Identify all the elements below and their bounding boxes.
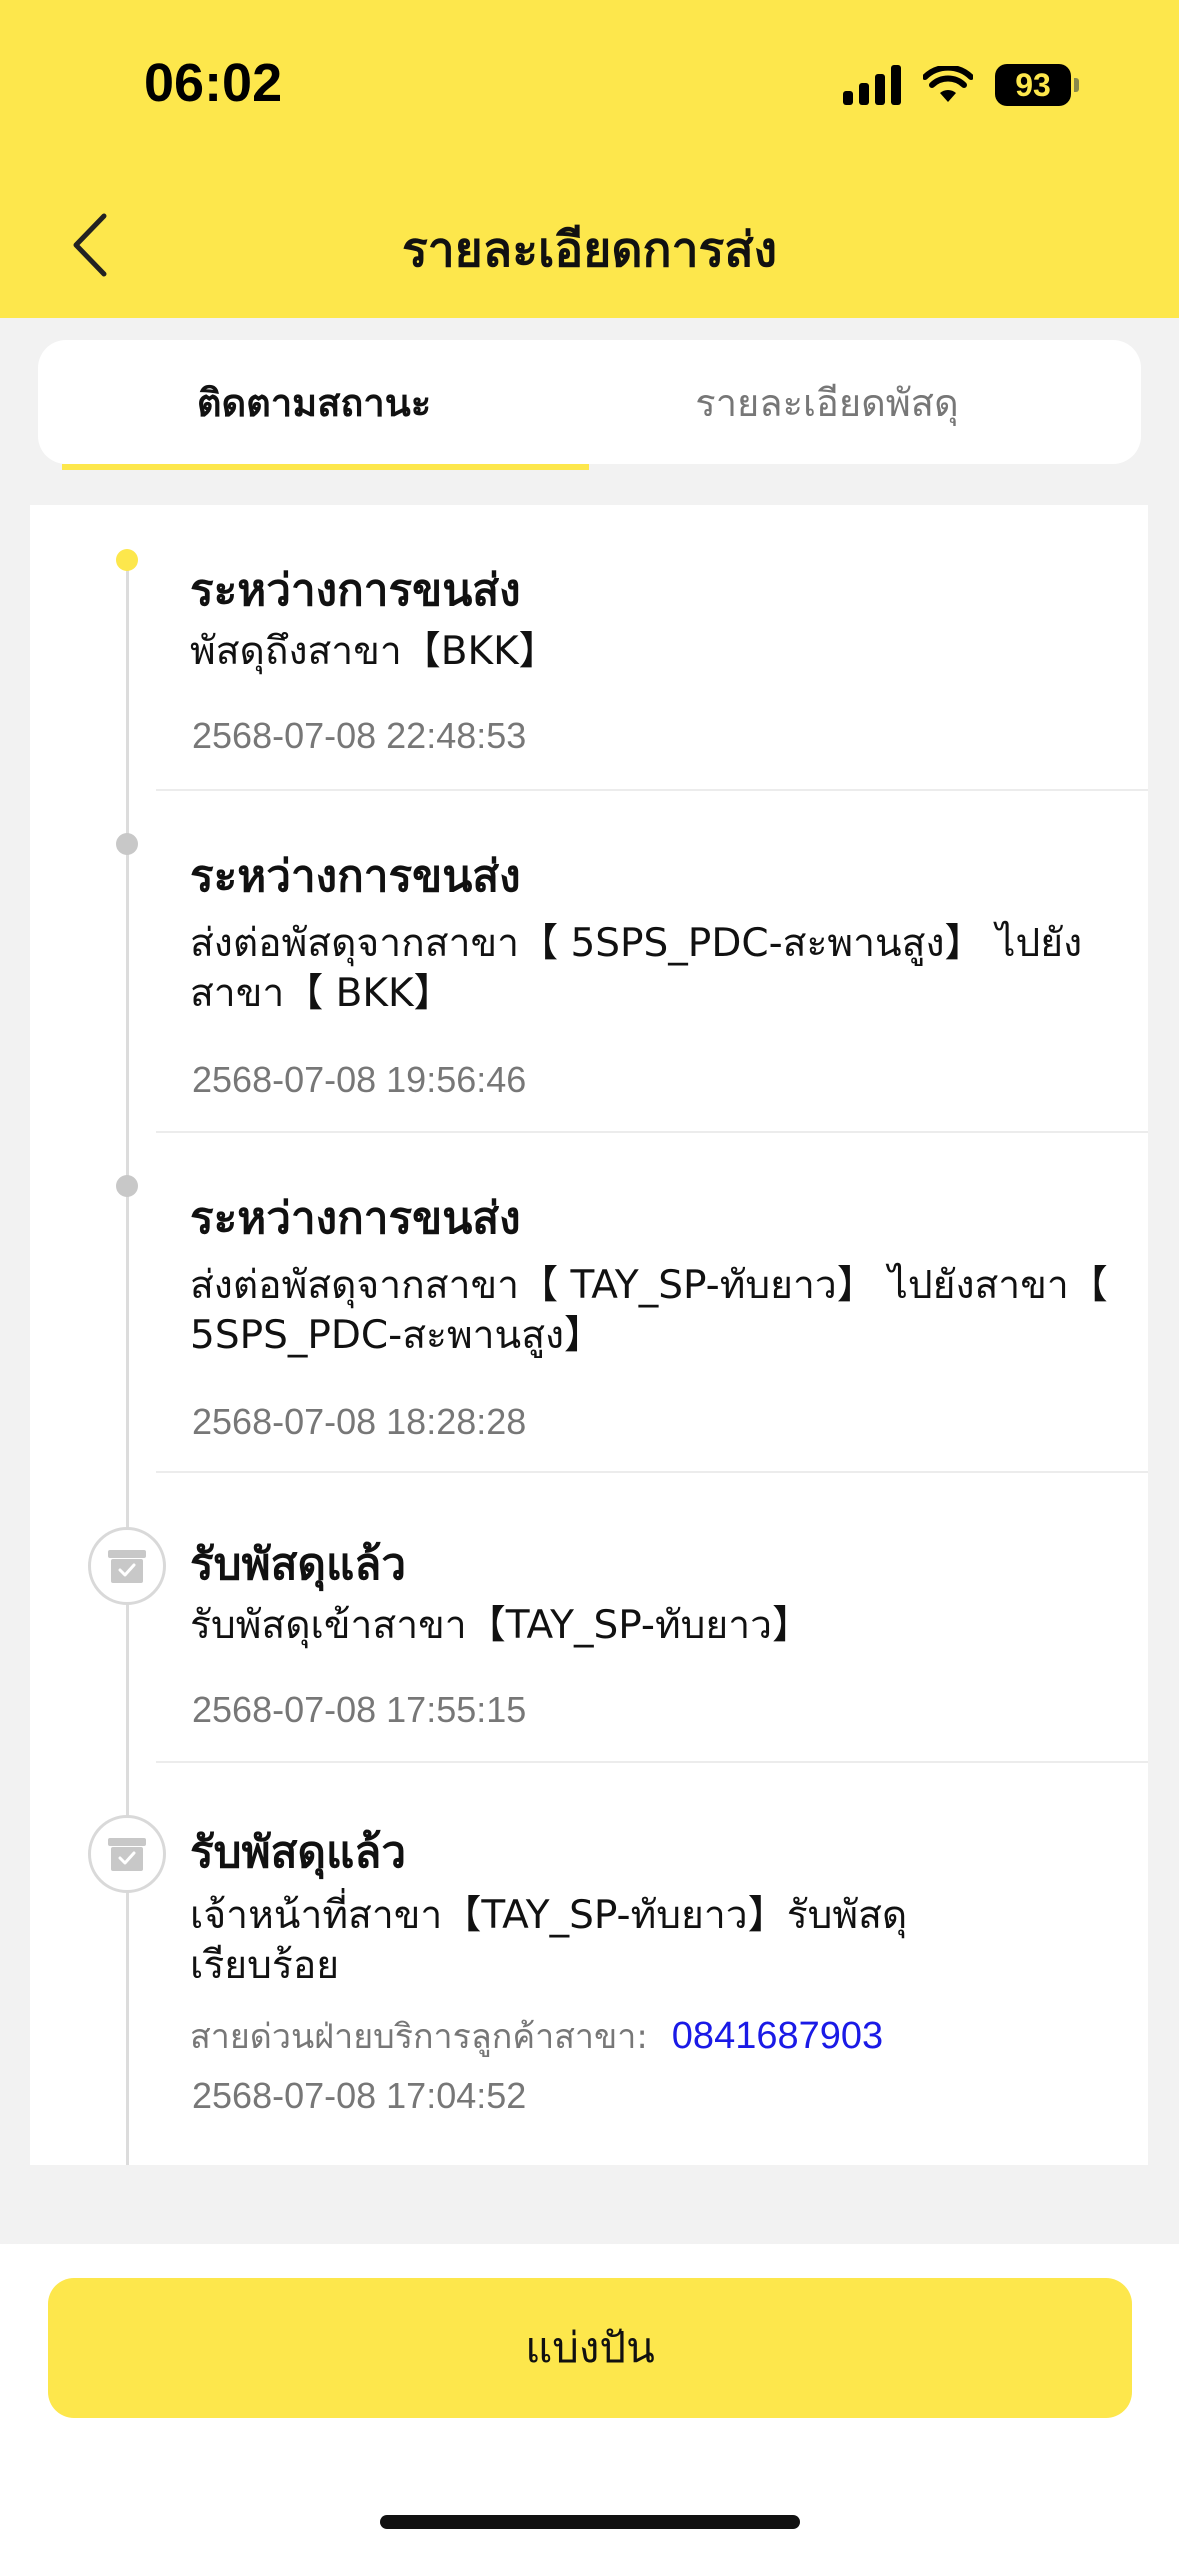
hotline-label: สายด่วนฝ่ายบริการลูกค้าสาขา: (190, 2017, 648, 2057)
tab-parcel-details[interactable]: รายละเอียดพัสดุ (592, 340, 1062, 464)
entry-timestamp: 2568-07-08 17:55:15 (192, 1689, 527, 1730)
entry-title: ระหว่างการขนส่ง (190, 851, 521, 902)
active-status-dot-icon (116, 549, 138, 571)
active-tab-indicator (62, 464, 589, 470)
status-icons: 93 (843, 64, 1079, 106)
parcel-received-icon (88, 1527, 166, 1605)
customer-hotline: สายด่วนฝ่ายบริการลูกค้าสาขา: 0841687903 (190, 2009, 883, 2063)
entry-timestamp: 2568-07-08 18:28:28 (192, 1401, 527, 1442)
home-indicator (380, 2515, 800, 2529)
timeline-entry: ระหว่างการขนส่ง พัสดุถึงสาขา【BKK】 2568-0… (30, 505, 1148, 791)
status-time: 06:02 (144, 53, 283, 113)
signal-icon (843, 65, 901, 105)
entry-title: รับพัสดุแล้ว (190, 1539, 407, 1590)
tab-tracking-status[interactable]: ติดตามสถานะ (100, 340, 528, 464)
entry-timestamp: 2568-07-08 19:56:46 (192, 1059, 527, 1100)
status-dot-icon (116, 833, 138, 855)
entry-title: ระหว่างการขนส่ง (190, 565, 521, 616)
entry-timestamp: 2568-07-08 17:04:52 (192, 2075, 527, 2116)
entry-description: ส่งต่อพัสดุจากสาขา【 TAY_SP-ทับยาว】 ไปยัง… (190, 1263, 1108, 1358)
app-header: 06:02 93 รายละเอียดการส่ง (0, 0, 1179, 318)
page-title: รายละเอียดการส่ง (401, 222, 778, 278)
wifi-icon (923, 66, 973, 102)
hotline-phone-link[interactable]: 0841687903 (672, 2015, 883, 2057)
entry-description: เจ้าหน้าที่สาขา【TAY_SP-ทับยาว】รับพัสดุเร… (190, 1893, 908, 1988)
parcel-received-icon (88, 1815, 166, 1893)
timeline-entry: ระหว่างการขนส่ง ส่งต่อพัสดุจากสาขา【 TAY_… (30, 1133, 1148, 1473)
entry-title: รับพัสดุแล้ว (190, 1827, 407, 1878)
entry-description: พัสดุถึงสาขา【BKK】 (190, 629, 558, 674)
share-button[interactable]: แบ่งปัน (48, 2278, 1132, 2418)
battery-icon: 93 (995, 64, 1079, 106)
battery-level: 93 (995, 64, 1071, 106)
status-dot-icon (116, 1175, 138, 1197)
timeline-entry: รับพัสดุแล้ว รับพัสดุเข้าสาขา【TAY_SP-ทับ… (30, 1473, 1148, 1763)
entry-description: ส่งต่อพัสดุจากสาขา【 5SPS_PDC-สะพานสูง】 ไ… (190, 921, 1083, 1016)
entry-description: รับพัสดุเข้าสาขา【TAY_SP-ทับยาว】 (190, 1603, 812, 1648)
tab-bar: ติดตามสถานะ รายละเอียดพัสดุ (38, 340, 1141, 464)
entry-timestamp: 2568-07-08 22:48:53 (192, 715, 527, 756)
timeline-entry: รับพัสดุแล้ว เจ้าหน้าที่สาขา【TAY_SP-ทับย… (30, 1763, 1148, 2165)
entry-title: ระหว่างการขนส่ง (190, 1193, 521, 1244)
timeline-entry: ระหว่างการขนส่ง ส่งต่อพัสดุจากสาขา【 5SPS… (30, 791, 1148, 1133)
tracking-timeline: ระหว่างการขนส่ง พัสดุถึงสาขา【BKK】 2568-0… (30, 505, 1148, 2165)
